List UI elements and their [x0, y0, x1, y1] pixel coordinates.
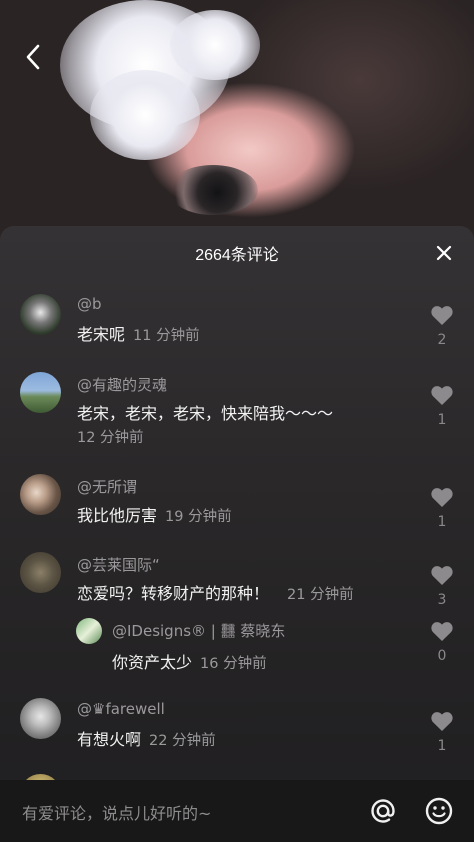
comment-time: 12 分钟前 — [77, 430, 144, 446]
comment-input-bar: 有爱评论，说点儿好听的~ — [0, 780, 474, 842]
comment-text: 老宋，老宋，老宋，快来陪我～～～ — [77, 404, 334, 423]
comment-body: 恋爱吗？转移财产的那种！ — [77, 584, 270, 603]
mention-button[interactable] — [368, 796, 398, 826]
video-background — [0, 0, 474, 240]
heart-icon — [431, 712, 453, 731]
comment-username[interactable]: @b — [77, 295, 102, 313]
back-button[interactable] — [18, 40, 48, 74]
like-count: 1 — [437, 412, 447, 428]
like-button[interactable]: 1 — [429, 384, 455, 428]
heart-icon — [431, 306, 453, 325]
avatar[interactable] — [20, 474, 61, 515]
heart-icon — [431, 566, 453, 585]
comment-item: @无所谓 我比他厉害 19 分钟前 1 — [0, 474, 474, 538]
avatar[interactable] — [76, 618, 102, 644]
comment-body: 你资产太少 — [112, 653, 193, 672]
emoji-button[interactable] — [424, 796, 454, 826]
comment-username[interactable]: @无所谓 — [77, 476, 137, 497]
video-frame-eye — [168, 165, 258, 215]
comment-text: 恋爱吗？转移财产的那种！ 21 分钟前 — [77, 580, 354, 604]
like-count: 1 — [437, 738, 447, 754]
flower-decoration — [90, 70, 200, 160]
comment-body: 我比他厉害 — [77, 506, 158, 525]
comment-time: 22 分钟前 — [149, 733, 216, 749]
comment-username[interactable]: @有趣的灵魂 — [77, 374, 167, 395]
comment-time: 21 分钟前 — [287, 587, 354, 603]
heart-icon — [431, 386, 453, 405]
like-button[interactable]: 1 — [429, 710, 455, 754]
comment-text: 老宋呢 11 分钟前 — [77, 321, 200, 345]
comment-body: 有想火啊 — [77, 730, 142, 749]
at-icon — [371, 799, 395, 823]
like-button[interactable]: 2 — [429, 304, 455, 348]
comment-item: @芸莱国际“ 恋爱吗？转移财产的那种！ 21 分钟前 3 — [0, 552, 474, 622]
avatar[interactable] — [20, 372, 61, 413]
like-button[interactable]: 3 — [429, 564, 455, 608]
heart-icon — [431, 488, 453, 507]
comment-time: 11 分钟前 — [133, 328, 200, 344]
flower-decoration — [170, 10, 260, 80]
like-count: 1 — [437, 514, 447, 530]
smiley-icon — [425, 797, 453, 825]
comment-username[interactable]: @芸莱国际“ — [77, 554, 160, 575]
like-count: 3 — [437, 592, 447, 608]
comment-item: @♛farewell 有想火啊 22 分钟前 1 — [0, 698, 474, 762]
like-count: 2 — [437, 332, 447, 348]
like-button[interactable]: 0 — [429, 620, 455, 664]
comment-text: 我比他厉害 19 分钟前 — [77, 502, 232, 526]
comment-body: 老宋呢 — [77, 325, 126, 344]
like-count: 0 — [437, 648, 447, 664]
comment-time: 16 分钟前 — [200, 656, 267, 672]
comment-text: 有想火啊 22 分钟前 — [77, 726, 216, 750]
close-icon — [436, 245, 452, 261]
comment-count-title: 2664条评论 — [195, 247, 279, 264]
comment-item: @b 老宋呢 11 分钟前 2 — [0, 292, 474, 356]
heart-icon — [431, 622, 453, 641]
like-button[interactable]: 1 — [429, 486, 455, 530]
close-button[interactable] — [432, 241, 456, 265]
avatar[interactable] — [20, 552, 61, 593]
reply-item: @IDesigns® | 䨻 蔡晓东 你资产太少 16 分钟前 0 — [0, 618, 474, 678]
comment-input[interactable]: 有爱评论，说点儿好听的~ — [22, 800, 211, 824]
comment-text: 你资产太少 16 分钟前 — [112, 649, 267, 673]
avatar[interactable] — [20, 294, 61, 335]
chevron-left-icon — [26, 44, 40, 70]
comments-sheet: 2664条评论 @b 老宋呢 11 分钟前 2 @有趣的灵魂 老宋，老宋，老宋，快… — [0, 226, 474, 842]
comment-username[interactable]: @IDesigns® | 䨻 蔡晓东 — [112, 620, 285, 641]
sheet-header: 2664条评论 — [0, 226, 474, 280]
avatar[interactable] — [20, 698, 61, 739]
comment-item: @有趣的灵魂 老宋，老宋，老宋，快来陪我～～～ 12 分钟前 1 — [0, 372, 474, 452]
comment-time: 19 分钟前 — [165, 509, 232, 525]
comment-username[interactable]: @♛farewell — [77, 700, 165, 718]
